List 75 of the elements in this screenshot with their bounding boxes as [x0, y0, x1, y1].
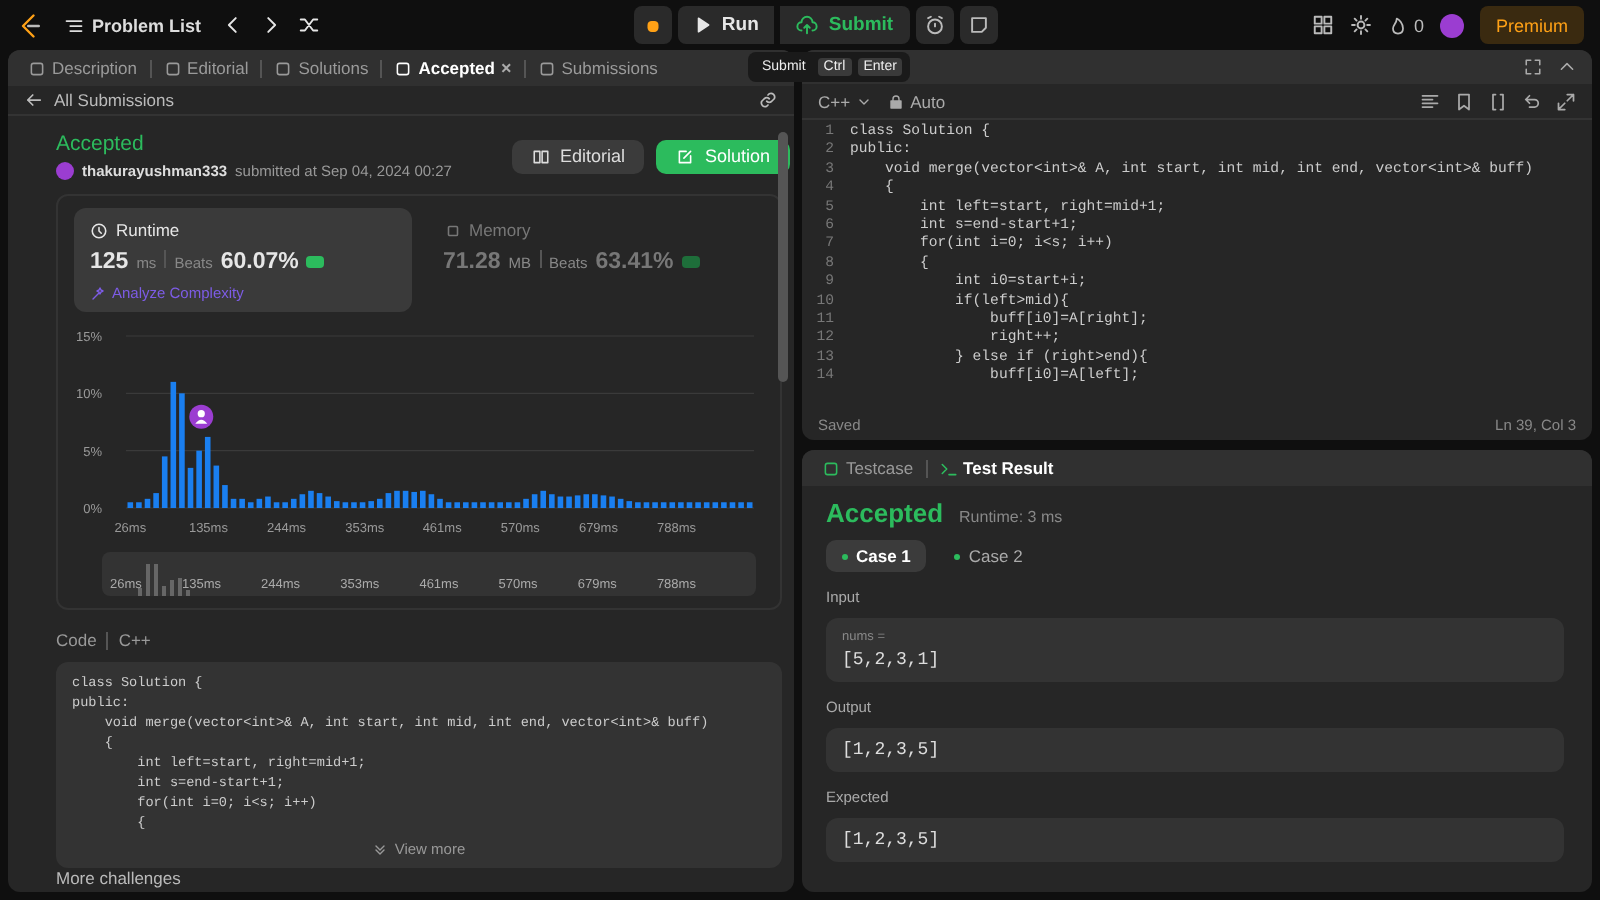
beats-value: 63.41%: [595, 250, 674, 274]
panel-tab[interactable]: Submissions: [529, 56, 666, 80]
user-marker-icon: [189, 404, 214, 429]
language-label: C++: [118, 630, 151, 650]
close-icon[interactable]: ×: [500, 58, 512, 78]
runtime-text: Runtime: 3 ms: [959, 508, 1063, 526]
case-tab[interactable]: Case 2: [938, 540, 1039, 572]
premium-button[interactable]: Premium: [1479, 6, 1584, 44]
bookmark-icon[interactable]: [1454, 91, 1474, 111]
sparkle-icon: [90, 285, 106, 301]
edit-icon: [676, 147, 695, 165]
section-heading: More challenges: [56, 868, 183, 888]
note-icon: [967, 14, 990, 36]
avatar-icon: [56, 162, 74, 180]
panel-tab[interactable]: Testcase: [814, 456, 922, 480]
expand-icon[interactable]: [1556, 91, 1576, 111]
collapse-icon[interactable]: [1558, 58, 1576, 76]
badge-icon: [306, 256, 325, 268]
code-label: Code: [56, 630, 97, 650]
list-icon: [64, 15, 84, 35]
scrollbar[interactable]: [778, 132, 788, 382]
badge-icon: [681, 256, 700, 268]
editorial-button[interactable]: Editorial: [511, 139, 645, 173]
play-icon: [693, 16, 712, 34]
shuffle-icon[interactable]: [297, 14, 320, 36]
avatar-icon[interactable]: [1439, 13, 1464, 37]
value-text: [1,2,3,5]: [842, 830, 942, 850]
beats-value: 60.07%: [220, 250, 299, 274]
value-text: [1,2,3,5]: [842, 740, 942, 760]
alarm-icon: [923, 14, 946, 36]
stat-value: 125: [90, 250, 129, 274]
case-tab[interactable]: Case 1: [826, 540, 927, 572]
chip-icon: [443, 221, 461, 239]
panel-tab[interactable]: Accepted ×: [386, 56, 520, 80]
checkbox-icon: [822, 459, 840, 477]
tab-icon: [537, 59, 556, 77]
status-text: Accepted: [56, 132, 146, 156]
terminal-icon: [939, 459, 958, 477]
tab-icon: [28, 59, 46, 77]
run-button[interactable]: Run: [677, 6, 775, 44]
tab-icon: [163, 59, 182, 77]
undo-icon[interactable]: [1522, 91, 1542, 111]
submit-button[interactable]: Submit: [780, 6, 910, 44]
cloud-upload-icon: [796, 14, 819, 36]
panel-tab[interactable]: Description: [20, 56, 146, 80]
panel-tab[interactable]: Editorial: [155, 56, 257, 80]
arrow-left-icon: [24, 90, 44, 110]
debug-button[interactable]: [633, 6, 672, 44]
streak-count: 0: [1413, 15, 1424, 35]
problem-list-button[interactable]: Problem List: [60, 11, 206, 39]
clock-icon: [90, 221, 108, 239]
language-dropdown[interactable]: C++: [818, 91, 873, 111]
value-text: [5,2,3,1]: [842, 650, 942, 670]
link-icon[interactable]: [758, 90, 778, 110]
tab-icon: [394, 59, 413, 77]
format-icon[interactable]: [1420, 91, 1440, 111]
braces-icon[interactable]: [1488, 91, 1508, 111]
timer-button[interactable]: [915, 6, 954, 44]
book-icon: [531, 147, 550, 165]
back-link[interactable]: All Submissions: [24, 90, 174, 110]
stat-label: Memory: [469, 220, 531, 240]
tab-icon: [274, 59, 293, 77]
panel-tab[interactable]: Solutions: [266, 56, 377, 80]
maximize-icon[interactable]: [1524, 58, 1542, 76]
stat-value: 71.28: [443, 250, 501, 274]
layout-icon[interactable]: [1311, 14, 1334, 36]
notes-button[interactable]: [959, 6, 998, 44]
stat-label: Runtime: [116, 220, 180, 240]
auto-mode-button[interactable]: Auto: [888, 91, 946, 111]
lock-icon: [888, 93, 905, 109]
panel-tab[interactable]: Test Result: [931, 456, 1062, 480]
settings-icon[interactable]: [1349, 14, 1372, 36]
chevrons-down-icon: [372, 841, 389, 857]
logo-icon[interactable]: [16, 11, 44, 39]
result-status: Accepted: [826, 498, 944, 528]
